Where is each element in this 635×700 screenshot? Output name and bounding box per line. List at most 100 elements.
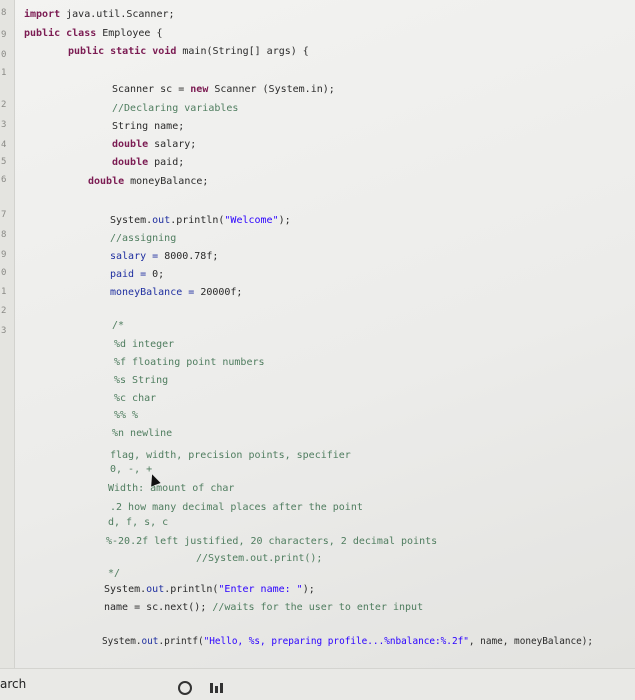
comment: */: [108, 568, 121, 579]
line-number: 8: [1, 8, 7, 18]
code-line: System.out.printf("Hello, %s, preparing …: [102, 636, 593, 648]
comment: %n newline: [112, 428, 173, 439]
code-text: .println(: [164, 584, 219, 595]
code-text: .println(: [170, 215, 225, 226]
field: out: [146, 584, 165, 595]
code-line: import java.util.Scanner;: [24, 9, 175, 21]
code-line: %% %: [114, 410, 138, 422]
code-text: 8000.78f;: [164, 251, 219, 262]
code-line: System.out.println("Welcome");: [110, 215, 291, 227]
comment: d, f, s, c: [108, 517, 169, 528]
line-number: 2: [1, 100, 7, 110]
code-line: %n newline: [112, 428, 172, 440]
code-text: System.: [110, 215, 153, 226]
keyword: new: [190, 84, 209, 95]
code-line: %-20.2f left justified, 20 characters, 2…: [106, 536, 437, 548]
keyword: double: [112, 157, 149, 168]
line-number: 9: [1, 30, 7, 40]
code-line: double paid;: [112, 157, 184, 169]
code-text: String name;: [112, 121, 185, 132]
keyword: double: [88, 176, 125, 187]
comment: %f floating point numbers: [114, 357, 265, 368]
code-line: double salary;: [112, 139, 196, 151]
comment: //assigning: [110, 233, 177, 244]
code-line: name = sc.next(); //waits for the user t…: [104, 602, 423, 614]
code-text: java.util.Scanner;: [60, 9, 175, 20]
line-number: 6: [1, 175, 7, 185]
code-line: %f floating point numbers: [114, 357, 265, 369]
comment: .2 how many decimal places after the poi…: [110, 502, 363, 513]
field: out: [141, 636, 159, 647]
code-line: paid = 0;: [110, 269, 164, 281]
keyword: public class: [24, 28, 97, 39]
line-number: 1: [1, 68, 7, 78]
taskbar: arch: [0, 668, 635, 700]
comment: %c char: [114, 393, 157, 404]
comment: /*: [112, 320, 125, 331]
field: salary =: [110, 251, 165, 262]
task-view-icon[interactable]: [210, 683, 224, 693]
line-number: 2: [1, 306, 7, 316]
string-literal: "Welcome": [224, 215, 279, 226]
comment: Width: amount of char: [108, 483, 235, 494]
code-text: Employee {: [96, 28, 163, 39]
comment: %d integer: [114, 339, 175, 350]
keyword: double: [112, 139, 149, 150]
comment: //System.out.print();: [196, 553, 323, 564]
code-line: //assigning: [110, 233, 176, 245]
code-text: 20000f;: [200, 287, 243, 298]
code-line: Scanner sc = new Scanner (System.in);: [112, 84, 335, 96]
line-number: 0: [1, 50, 7, 60]
taskbar-search[interactable]: arch: [0, 677, 26, 691]
line-number: 1: [1, 287, 7, 297]
code-text: moneyBalance;: [124, 176, 209, 187]
code-line: public static void main(String[] args) {: [68, 46, 309, 58]
code-text: Scanner sc =: [112, 84, 191, 95]
code-line: System.out.println("Enter name: ");: [104, 584, 315, 596]
comment: 0, -, +: [110, 464, 153, 475]
field: paid =: [110, 269, 153, 280]
code-line: String name;: [112, 121, 184, 133]
field: moneyBalance =: [110, 287, 201, 298]
line-number: 7: [1, 210, 7, 220]
code-line: %d integer: [114, 339, 174, 351]
code-line: double moneyBalance;: [88, 176, 208, 188]
code-editor[interactable]: 8 9 0 1 2 3 4 5 6 7 8 9 0 1 2 3 import j…: [0, 0, 635, 668]
code-text: .printf(: [158, 636, 204, 647]
code-text: );: [302, 584, 315, 595]
code-line: //Declaring variables: [112, 103, 238, 115]
comment: flag, width, precision points, specifier: [110, 450, 351, 461]
code-line: /*: [112, 320, 124, 332]
comment: %-20.2f left justified, 20 characters, 2…: [106, 536, 438, 547]
comment: %s String: [114, 375, 169, 386]
field: out: [152, 215, 171, 226]
code-text: paid;: [148, 157, 185, 168]
line-number: 8: [1, 230, 7, 240]
code-line: %c char: [114, 393, 156, 405]
code-line: salary = 8000.78f;: [110, 251, 218, 263]
code-line: .2 how many decimal places after the poi…: [110, 502, 363, 514]
code-text: name = sc.next();: [104, 602, 213, 613]
comment: //Declaring variables: [112, 103, 239, 114]
code-line: */: [108, 568, 120, 580]
keyword: public static void: [68, 46, 177, 57]
code-line: Width: amount of char: [108, 483, 234, 495]
code-line: d, f, s, c: [108, 517, 168, 529]
code-text: );: [278, 215, 291, 226]
code-text: System.: [102, 636, 142, 647]
code-line: public class Employee {: [24, 28, 162, 40]
comment: %% %: [114, 410, 139, 421]
code-line: //System.out.print();: [196, 553, 322, 565]
line-number: 4: [1, 140, 7, 150]
code-text: salary;: [148, 139, 197, 150]
line-number: 3: [1, 120, 7, 130]
line-number: 3: [1, 326, 7, 336]
cortana-icon[interactable]: [178, 681, 192, 695]
code-text: Scanner (System.in);: [208, 84, 335, 95]
code-text: , name, moneyBalance);: [468, 636, 594, 647]
code-line: moneyBalance = 20000f;: [110, 287, 242, 299]
string-literal: "Hello, %s, preparing profile...%nbalanc…: [203, 636, 469, 647]
line-number-gutter: 8 9 0 1 2 3 4 5 6 7 8 9 0 1 2 3: [0, 0, 15, 668]
code-line: flag, width, precision points, specifier: [110, 450, 351, 462]
code-text: System.: [104, 584, 147, 595]
